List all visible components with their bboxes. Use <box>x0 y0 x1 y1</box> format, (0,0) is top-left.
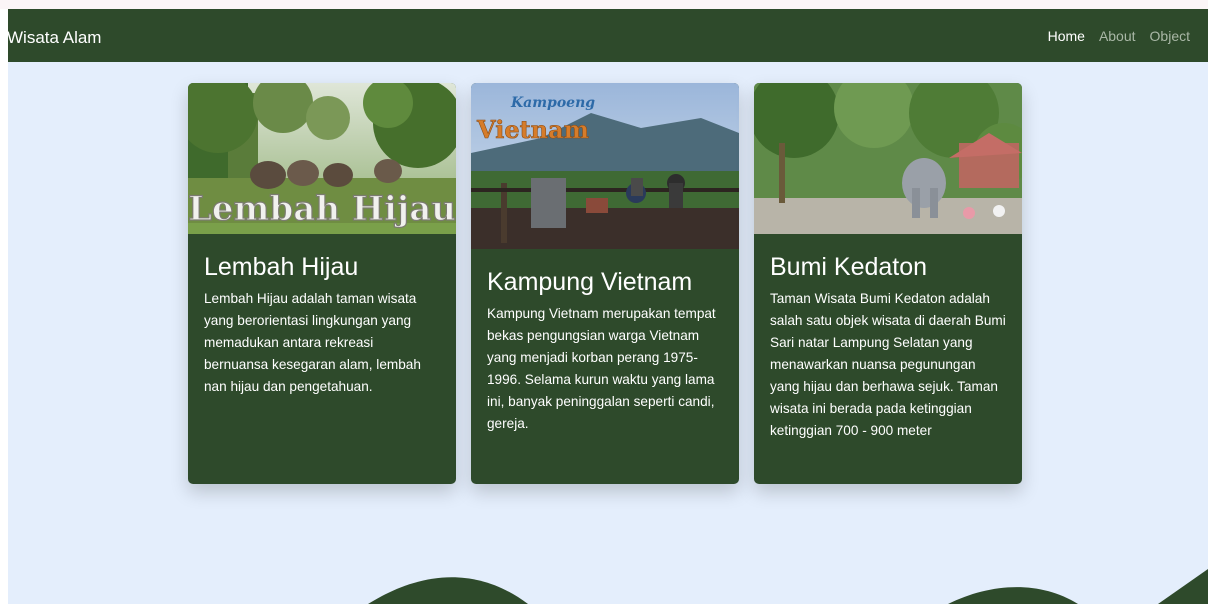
card-title: Kampung Vietnam <box>487 268 693 296</box>
lembah-hijau-photo: Lembah Hijau <box>188 83 456 234</box>
card-description: Lembah Hijau adalah taman wisata yang be… <box>204 291 421 394</box>
lembah-hijau-image: Lembah Hijau <box>188 83 456 234</box>
destination-cards: Lembah Hijau Lembah Hijau Lembah Hijau a… <box>188 83 1022 484</box>
kampung-vietnam-sign-top: Kampoeng <box>510 95 595 111</box>
top-border <box>0 0 1208 9</box>
nav-link-about[interactable]: About <box>1099 28 1136 44</box>
nav-links: Home About Object <box>1048 28 1190 44</box>
card-bumi-kedaton[interactable]: Bumi Kedaton Taman Wisata Bumi Kedaton a… <box>754 83 1022 484</box>
decorative-wave <box>368 569 1208 604</box>
lembah-hijau-sign: Lembah Hijau <box>188 189 456 229</box>
page: Wisata Alam Home About Object Lembah Hij… <box>8 9 1208 604</box>
card-description: Kampung Vietnam merupakan tempat bekas p… <box>487 306 716 431</box>
kampung-vietnam-image: Kampoeng Vietnam <box>471 83 739 249</box>
card-lembah-hijau[interactable]: Lembah Hijau Lembah Hijau Lembah Hijau a… <box>188 83 456 484</box>
card-title: Lembah Hijau <box>204 253 359 281</box>
bumi-kedaton-photo <box>754 83 1022 234</box>
brand-logo-text[interactable]: Wisata Alam <box>8 28 101 48</box>
bumi-kedaton-image <box>754 83 1022 234</box>
card-title: Bumi Kedaton <box>770 253 928 281</box>
nav-link-home[interactable]: Home <box>1048 28 1085 44</box>
kampung-vietnam-sign-bottom: Vietnam <box>476 115 589 144</box>
card-description: Taman Wisata Bumi Kedaton adalah salah s… <box>770 291 1006 438</box>
nav-link-object[interactable]: Object <box>1150 28 1190 44</box>
kampung-vietnam-photo: Kampoeng Vietnam <box>471 83 739 249</box>
card-kampung-vietnam[interactable]: Kampoeng Vietnam Kampung Vietnam Kampung… <box>471 83 739 484</box>
navbar: Wisata Alam Home About Object <box>8 9 1208 62</box>
